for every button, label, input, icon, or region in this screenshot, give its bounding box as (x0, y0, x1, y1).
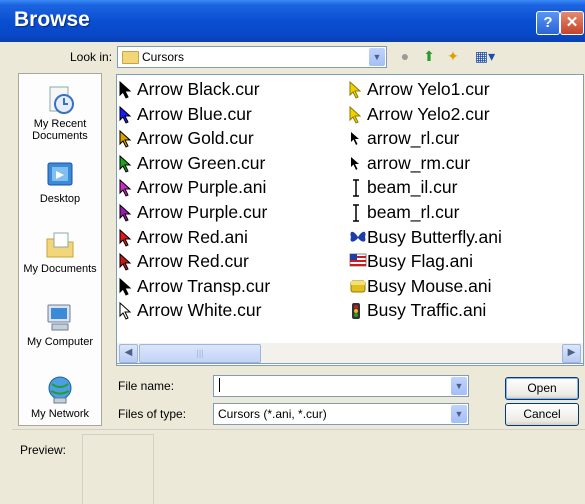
file-type-value: Cursors (*.ani, *.cur) (218, 407, 327, 421)
place-my-documents[interactable]: My Documents (19, 229, 101, 275)
my-computer-icon (44, 302, 76, 334)
file-name: Arrow Gold.cur (137, 128, 254, 149)
file-name: Busy Mouse.ani (367, 275, 492, 296)
place-label: My Documents (23, 263, 97, 275)
scroll-left-icon[interactable]: ◀ (119, 344, 138, 363)
file-name-label: File name: (118, 379, 175, 393)
place-label: My Network (30, 408, 90, 420)
place-label: My Recent Documents (32, 118, 88, 142)
help-button[interactable]: ? (536, 11, 560, 35)
file-name: Arrow Green.cur (137, 152, 266, 173)
preview-pane (82, 434, 154, 504)
file-list[interactable]: Arrow Black.cur Arrow Blue.cur Arrow Gold.… (116, 74, 584, 366)
chevron-down-icon[interactable]: ▼ (369, 48, 385, 66)
file-name: Busy Butterfly.ani (367, 226, 502, 247)
chevron-down-icon[interactable]: ▼ (451, 405, 467, 423)
desktop-icon (44, 159, 76, 191)
view-menu-icon[interactable]: ▦▾ (470, 47, 500, 65)
file-name: Arrow Purple.cur (137, 201, 268, 222)
scroll-right-icon[interactable]: ▶ (562, 344, 581, 363)
cancel-button[interactable]: Cancel (505, 403, 579, 426)
place-label: Desktop (39, 193, 81, 205)
open-button[interactable]: Open (505, 377, 579, 400)
file-name: beam_il.cur (367, 177, 458, 198)
cursor-file-icon (349, 278, 366, 296)
window-title: Browse (14, 8, 90, 31)
file-name: Busy Flag.ani (367, 251, 474, 272)
place-my-recent-documents[interactable]: My Recent Documents (19, 84, 101, 142)
file-name: Arrow Blue.cur (137, 103, 252, 124)
place-label: My Computer (26, 336, 94, 348)
cursor-file-icon (119, 154, 135, 173)
look-in-value: Cursors (142, 50, 185, 64)
horizontal-scrollbar[interactable]: ◀ ||| ▶ (116, 343, 584, 364)
cursor-file-icon (119, 179, 135, 198)
file-name: Arrow Purple.ani (137, 177, 267, 198)
browse-dialog: Browse ? ✕ Look in: Cursors ▼ ● ⬆ ✦ ▦▾ M… (0, 0, 585, 504)
file-type-label: Files of type: (118, 407, 187, 421)
cursor-file-icon (119, 105, 135, 124)
place-my-computer[interactable]: My Computer (19, 302, 101, 348)
text-cursor (219, 378, 220, 392)
file-name: Arrow White.cur (137, 300, 262, 321)
cursor-file-icon (349, 204, 365, 222)
file-name: Arrow Red.ani (137, 226, 248, 247)
cursor-file-icon (119, 253, 135, 271)
cursor-file-icon (119, 302, 135, 321)
file-name: Busy Traffic.ani (367, 300, 487, 321)
preview-label: Preview: (20, 443, 67, 457)
recent-documents-icon (44, 84, 76, 116)
cursor-file-icon (119, 80, 135, 99)
cursor-file-icon (349, 105, 365, 124)
folder-icon (122, 51, 139, 64)
file-name: Arrow Transp.cur (137, 275, 271, 296)
cursor-file-icon (349, 253, 367, 271)
chevron-down-icon[interactable]: ▼ (451, 377, 467, 395)
scroll-thumb[interactable]: ||| (139, 344, 261, 363)
file-type-dropdown[interactable]: Cursors (*.ani, *.cur) ▼ (213, 403, 469, 425)
file-name: Arrow Yelo1.cur (367, 79, 490, 99)
my-network-icon (44, 374, 76, 406)
file-name: beam_rl.cur (367, 201, 460, 222)
file-name: Arrow Black.cur (137, 79, 260, 99)
file-name: arrow_rl.cur (367, 128, 460, 149)
new-folder-icon[interactable]: ✦ (444, 47, 462, 65)
file-name: arrow_rm.cur (367, 152, 471, 173)
cursor-file-icon (349, 179, 365, 198)
back-icon[interactable]: ● (396, 47, 414, 65)
cursor-file-icon (349, 229, 366, 247)
cursor-file-icon (119, 228, 135, 247)
divider (12, 429, 585, 430)
cursor-file-icon (349, 155, 365, 173)
places-bar: My Recent Documents Desktop My Documents… (18, 73, 102, 426)
cursor-file-icon (349, 302, 365, 320)
cursor-file-icon (349, 80, 365, 99)
cursor-file-icon (119, 203, 135, 222)
file-name: Arrow Yelo2.cur (367, 103, 490, 124)
close-button[interactable]: ✕ (560, 11, 584, 35)
look-in-dropdown[interactable]: Cursors ▼ (117, 46, 387, 68)
place-my-network[interactable]: My Network (19, 374, 101, 420)
file-name-input[interactable]: ▼ (213, 375, 469, 397)
place-desktop[interactable]: Desktop (19, 159, 101, 205)
cursor-file-icon (349, 130, 365, 148)
cursor-file-icon (119, 277, 135, 296)
look-in-label: Look in: (70, 50, 113, 64)
title-bar[interactable]: Browse ? ✕ (0, 0, 585, 42)
cursor-file-icon (119, 130, 135, 148)
up-folder-icon[interactable]: ⬆ (420, 47, 438, 65)
my-documents-icon (44, 229, 76, 261)
file-name: Arrow Red.cur (137, 251, 249, 272)
